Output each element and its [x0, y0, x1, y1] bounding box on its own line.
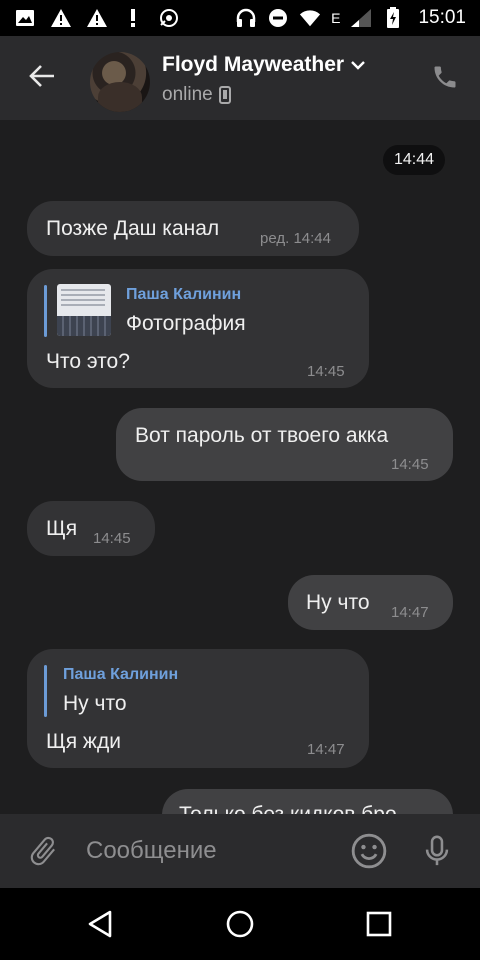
reply-author: Паша Калинин [63, 666, 179, 683]
message-text: Только без кидков бро [179, 803, 397, 814]
contact-title[interactable]: Floyd Mayweather [162, 53, 366, 77]
system-status: E 15:01 [235, 0, 466, 36]
message-clip: Только без кидков бро [0, 785, 480, 814]
message-bubble-outgoing[interactable]: Только без кидков бро [162, 789, 453, 814]
message-bubble-incoming[interactable]: Щя 14:45 [27, 501, 155, 556]
message-bubble-outgoing[interactable]: Вот пароль от твоего акка 14:45 [116, 408, 453, 481]
clock: 15:01 [418, 7, 466, 28]
triangle-back-icon [88, 910, 112, 938]
reply-author: Паша Калинин [126, 286, 242, 303]
reply-accent-bar [44, 665, 47, 717]
message-time: 14:45 [93, 530, 131, 547]
message-bubble-incoming[interactable]: Позже Даш канал ред. 14:44 [27, 201, 359, 256]
paperclip-icon [30, 836, 55, 866]
headphones-icon [235, 7, 257, 29]
message-text: Щя [46, 517, 78, 540]
warning-icon [50, 7, 72, 29]
exclamation-icon [122, 7, 144, 29]
message-bubble-outgoing[interactable]: Ну что 14:47 [288, 575, 453, 630]
message-input[interactable]: Сообщение [86, 832, 326, 870]
message-text: Ну что [306, 591, 370, 614]
contact-status-row: online [162, 84, 231, 106]
network-type: E [331, 10, 341, 26]
message-time: 14:47 [391, 604, 429, 621]
message-text: Что это? [46, 350, 130, 373]
nav-back-button[interactable] [78, 902, 122, 946]
circle-home-icon [226, 910, 254, 938]
reply-text: Ну что [63, 692, 127, 715]
square-recents-icon [366, 911, 392, 937]
system-navigation-bar [0, 888, 480, 960]
message-time: ред. 14:44 [260, 230, 331, 247]
contact-name: Floyd Mayweather [162, 53, 345, 76]
back-button[interactable] [20, 54, 64, 98]
image-notification-icon [14, 7, 36, 29]
attach-button[interactable] [22, 830, 64, 872]
call-button[interactable] [424, 56, 466, 98]
notification-icons [14, 0, 180, 36]
arrow-left-icon [29, 65, 54, 87]
chat-header: Floyd Mayweather online [0, 36, 480, 120]
reply-photo-thumbnail[interactable] [57, 284, 111, 336]
status-bar: E 15:01 [0, 0, 480, 36]
contact-status: online [162, 84, 213, 105]
signal-icon [350, 7, 372, 29]
date-chip: 14:44 [383, 145, 445, 175]
message-text: Щя жди [46, 730, 121, 753]
voice-message-button[interactable] [416, 830, 458, 872]
message-time: 14:47 [307, 741, 345, 758]
message-bubble-incoming[interactable]: Паша Калинин Ну что Щя жди 14:47 [27, 649, 369, 768]
do-not-disturb-icon [267, 7, 289, 29]
message-time: 14:45 [391, 456, 429, 473]
nav-home-button[interactable] [218, 902, 262, 946]
message-text: Позже Даш канал [46, 217, 220, 240]
battery-charging-icon [382, 7, 404, 29]
emoji-button[interactable] [348, 830, 390, 872]
message-text: Вот пароль от твоего акка [135, 424, 389, 447]
message-time: 14:45 [307, 363, 345, 380]
message-composer: Сообщение [0, 814, 480, 888]
avatar[interactable] [90, 52, 150, 112]
wifi-icon [299, 7, 321, 29]
chevron-down-icon [351, 61, 365, 70]
phone-icon [434, 66, 456, 88]
smiley-icon [351, 833, 387, 869]
warning-icon [86, 7, 108, 29]
app-notification-icon [158, 7, 180, 29]
microphone-icon [425, 835, 449, 866]
nav-recents-button[interactable] [357, 902, 401, 946]
reply-accent-bar [44, 285, 47, 337]
mobile-device-icon [218, 86, 231, 104]
message-bubble-incoming[interactable]: Паша Калинин Фотография Что это? 14:45 [27, 269, 369, 388]
reply-text: Фотография [126, 312, 246, 335]
